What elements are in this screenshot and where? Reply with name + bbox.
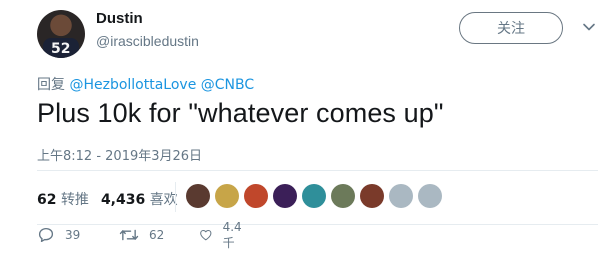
liker-avatars [186,184,442,208]
reply-context: 回复 @HezbollottaLove @CNBC [37,74,254,94]
retweet-count: 62 [149,228,165,242]
reply-count: 39 [65,228,81,242]
liker-avatar-1[interactable] [186,184,210,208]
mention-link-1[interactable]: @HezbollottaLove [69,77,196,93]
like-stat-label: 喜欢 [149,192,178,208]
avatar-jersey-number: 52 [51,41,71,57]
retweet-button[interactable]: 62 [119,226,164,244]
retweet-stat[interactable]: 62 转推 [37,189,89,209]
reply-prefix: 回复 [37,77,65,93]
liker-avatar-4[interactable] [273,184,297,208]
liker-avatar-6[interactable] [331,184,355,208]
liker-avatar-7[interactable] [360,184,384,208]
liker-avatar-8[interactable] [389,184,413,208]
engagement-stats: 62 转推 4,436 喜欢 [37,189,178,209]
author-avatar[interactable]: 52 [37,10,85,58]
liker-avatar-9[interactable] [418,184,442,208]
retweet-stat-label: 转推 [60,192,89,208]
reply-button[interactable]: 39 [37,226,80,244]
liker-avatar-3[interactable] [244,184,268,208]
like-button[interactable]: 4.4千 [199,220,246,251]
divider-top [37,170,598,171]
like-count: 4.4千 [222,219,242,250]
author-handle[interactable]: @irascibledustin [96,33,199,49]
stats-separator [175,182,176,212]
like-stat[interactable]: 4,436 喜欢 [101,189,178,209]
heart-icon [200,229,212,241]
follow-button[interactable]: 关注 [459,12,563,44]
liker-avatar-5[interactable] [302,184,326,208]
divider-bottom [37,224,598,225]
retweet-icon [119,229,139,241]
chevron-down-icon[interactable] [582,20,596,34]
liker-avatar-2[interactable] [215,184,239,208]
tweet-text: Plus 10k for "whatever comes up" [37,98,444,128]
retweet-stat-count: 62 [37,192,57,208]
mention-link-2[interactable]: @CNBC [201,77,254,93]
like-stat-count: 4,436 [100,192,146,208]
reply-icon [38,227,54,243]
author-name[interactable]: Dustin [96,10,143,27]
tweet-timestamp[interactable]: 上午8:12 - 2019年3月26日 [37,145,202,164]
